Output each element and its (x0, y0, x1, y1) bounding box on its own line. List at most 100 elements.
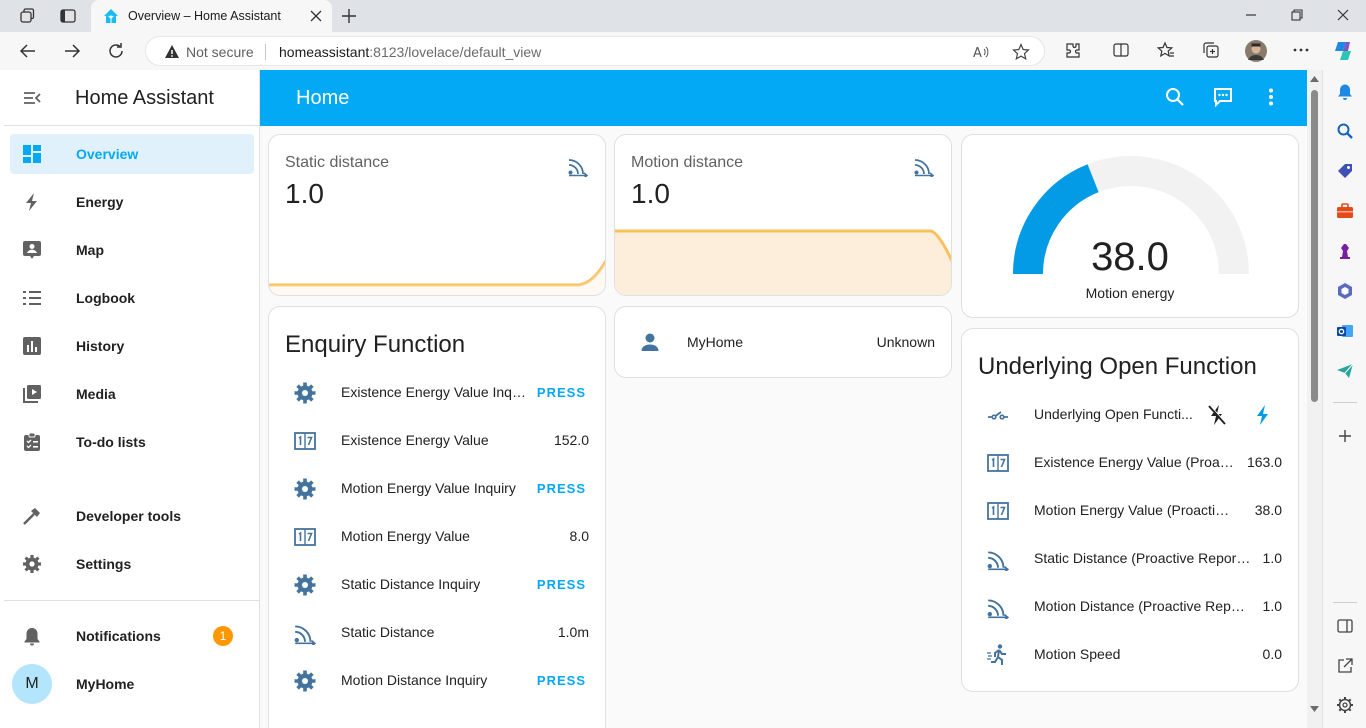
entity-row[interactable]: Static Distance (Proactive Reporti... 1.… (962, 535, 1298, 583)
clipboard-icon (22, 432, 42, 452)
edge-divider (1333, 402, 1357, 403)
entity-row[interactable]: Motion Distance (Proactive Repor... 1.0 (962, 583, 1298, 631)
close-tab-icon[interactable] (309, 9, 323, 23)
bell-icon (22, 626, 42, 646)
copilot-icon[interactable] (1331, 39, 1355, 63)
url-text[interactable]: homeassistant:8123/lovelace/default_view (279, 44, 541, 60)
tab-actions-icon[interactable] (59, 7, 77, 25)
sidebar-item-map[interactable]: Map (10, 230, 254, 270)
read-aloud-icon[interactable]: A (972, 43, 990, 61)
entity-row[interactable]: Existence Energy Value Inqu... PRESS (269, 369, 605, 417)
sidebar-item-energy[interactable]: Energy (10, 182, 254, 222)
minimize-icon[interactable] (1244, 8, 1258, 22)
svg-text:A: A (973, 46, 982, 61)
extensions-icon[interactable] (1064, 41, 1082, 59)
static-distance-card[interactable]: Static distance 1.0 (268, 134, 606, 296)
gear-icon[interactable] (1336, 696, 1354, 714)
scroll-down-icon[interactable] (1310, 706, 1319, 712)
search-icon[interactable] (1164, 86, 1186, 108)
motion-energy-gauge-card[interactable]: 38.0 Motion energy (961, 134, 1299, 318)
not-secure-label[interactable]: Not secure (186, 44, 254, 60)
sidebar-item-history[interactable]: History (10, 326, 254, 366)
toolbox-icon[interactable] (1336, 202, 1354, 220)
back-icon[interactable] (18, 41, 38, 61)
assist-chat-icon[interactable] (1212, 86, 1234, 108)
sidebar-item-media[interactable]: Media (10, 374, 254, 414)
bell-icon[interactable] (1336, 83, 1354, 101)
entity-row[interactable]: Existence Energy Value 152.0 (269, 417, 605, 465)
sidebar-item-label: History (76, 338, 125, 354)
entity-row[interactable]: Motion Distance Inquiry PRESS (269, 657, 605, 705)
scroll-up-icon[interactable] (1310, 76, 1319, 82)
flash-icon[interactable] (1252, 403, 1274, 427)
tab-title: Overview – Home Assistant (128, 9, 281, 23)
sidebar-item-label: Overview (76, 146, 139, 162)
sidebar-item-developer-tools[interactable]: Developer tools (10, 496, 254, 536)
entity-row[interactable]: Motion Energy Value (Proactive ... 38.0 (962, 487, 1298, 535)
panel-icon[interactable] (1336, 617, 1354, 635)
new-tab-icon[interactable] (340, 7, 358, 25)
sidebar-item-overview[interactable]: Overview (10, 134, 254, 174)
games-icon[interactable] (1336, 242, 1354, 260)
entity-row[interactable]: Motion Energy Value Inquiry PRESS (269, 465, 605, 513)
more-vert-icon[interactable] (1260, 86, 1282, 108)
profile-avatar-icon[interactable] (1245, 40, 1267, 62)
gear-icon (22, 554, 42, 574)
sidebar-item-label: Developer tools (76, 508, 182, 524)
shopping-tag-icon[interactable] (1336, 162, 1354, 180)
external-link-icon[interactable] (1336, 657, 1354, 675)
workspaces-icon[interactable] (18, 7, 36, 25)
entity-value: 1.0m (557, 624, 589, 640)
signal-distance-icon (913, 155, 935, 177)
user-name[interactable]: MyHome (76, 676, 134, 692)
active-tab[interactable]: Overview – Home Assistant (91, 0, 332, 32)
overview-icon (22, 144, 42, 164)
outlook-icon[interactable] (1336, 322, 1354, 340)
press-button[interactable]: PRESS (537, 385, 586, 400)
send-icon[interactable] (1336, 362, 1354, 380)
sidebar-item-settings[interactable]: Settings (10, 544, 254, 584)
entity-row[interactable]: Existence Energy Value (Proact... 163.0 (962, 439, 1298, 487)
motion-distance-graph (615, 229, 951, 295)
split-screen-icon[interactable] (1112, 41, 1130, 59)
static-distance-graph (269, 259, 605, 295)
restore-icon[interactable] (1290, 8, 1304, 22)
microsoft365-icon[interactable] (1336, 282, 1354, 300)
forward-icon[interactable] (62, 41, 82, 61)
entity-row[interactable]: Static Distance 1.0m (269, 609, 605, 657)
more-options-icon[interactable] (1292, 41, 1310, 59)
dashboard: Static distance 1.0 Motion distance 1.0 … (260, 126, 1307, 728)
add-icon[interactable] (1336, 427, 1354, 445)
address-bar[interactable]: Not secure homeassistant:8123/lovelace/d… (145, 36, 1045, 66)
favorites-icon[interactable] (1157, 41, 1175, 59)
entity-value: 0.0 (1262, 646, 1282, 662)
counter-icon (986, 499, 1010, 523)
press-button[interactable]: PRESS (537, 577, 586, 592)
user-avatar[interactable]: M (12, 664, 52, 704)
entity-row[interactable]: Motion Speed 0.0 (962, 631, 1298, 679)
entity-row[interactable]: Underlying Open Functi... (962, 391, 1298, 439)
sidebar-item-todo[interactable]: To-do lists (10, 422, 254, 462)
scrollbar-thumb[interactable] (1311, 90, 1318, 402)
press-button[interactable]: PRESS (537, 673, 586, 688)
press-button[interactable]: PRESS (537, 481, 586, 496)
collections-icon[interactable] (1202, 41, 1220, 59)
page-title: Home (296, 87, 350, 109)
page-scrollbar[interactable] (1307, 70, 1322, 728)
sidebar-item-label: Map (76, 242, 104, 258)
motion-distance-card[interactable]: Motion distance 1.0 (614, 134, 952, 296)
flash-off-icon[interactable] (1206, 403, 1228, 427)
entity-row[interactable]: Motion Energy Value 8.0 (269, 513, 605, 561)
signal-distance-icon (986, 547, 1010, 571)
search-icon[interactable] (1336, 122, 1354, 140)
entity-row[interactable]: Static Distance Inquiry PRESS (269, 561, 605, 609)
sidebar-item-logbook[interactable]: Logbook (10, 278, 254, 318)
notification-count-badge: 1 (213, 626, 233, 646)
card-title: Underlying Open Function (978, 353, 1257, 380)
person-entity-card[interactable]: MyHome Unknown (614, 306, 952, 378)
refresh-icon[interactable] (106, 41, 126, 61)
favorite-star-icon[interactable] (1012, 43, 1030, 61)
menu-collapse-icon[interactable] (22, 88, 42, 108)
warning-icon[interactable] (164, 44, 180, 60)
close-window-icon[interactable] (1336, 8, 1350, 22)
